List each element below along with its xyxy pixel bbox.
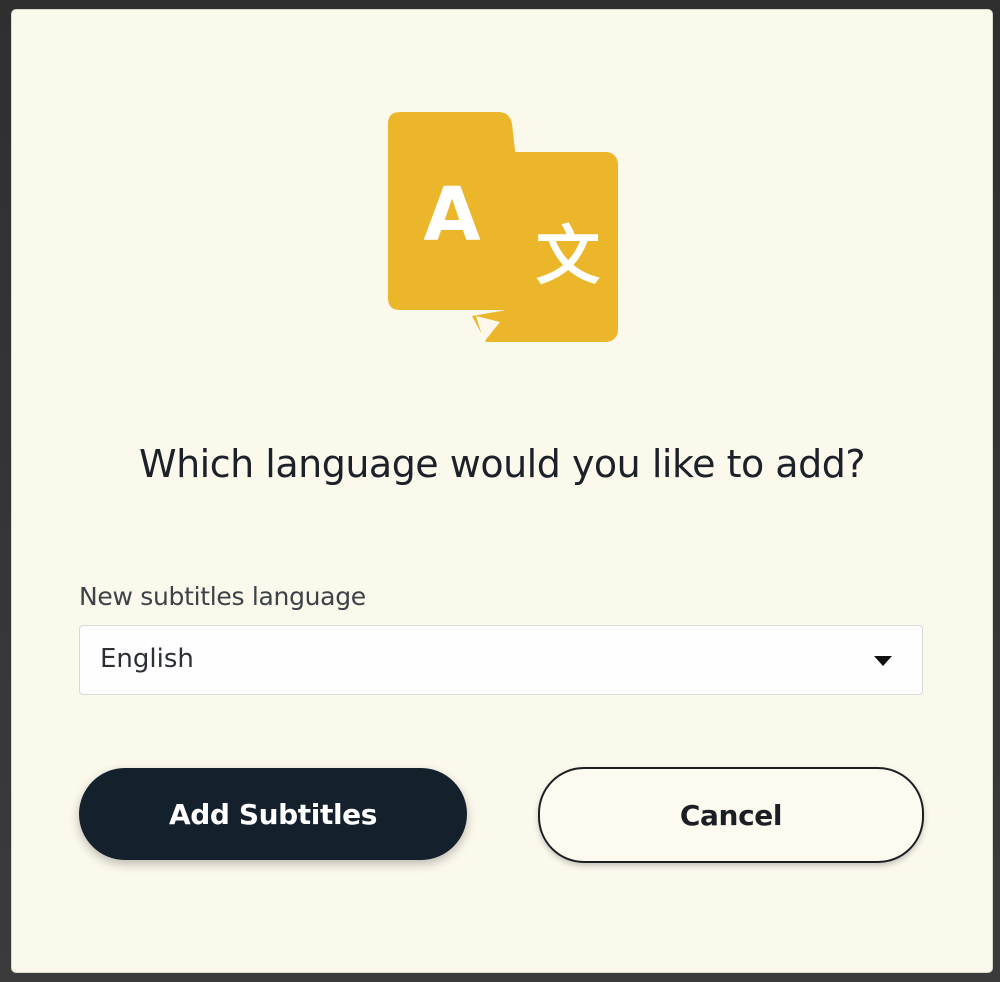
dialog-title: Which language would you like to add?: [139, 442, 866, 486]
add-subtitles-button[interactable]: Add Subtitles: [79, 768, 467, 860]
translate-icon: A 文: [386, 110, 622, 350]
language-select[interactable]: English: [79, 625, 923, 695]
translate-icon-glyph-a: A: [423, 172, 480, 258]
language-field-label: New subtitles language: [79, 582, 366, 611]
chevron-down-icon: [874, 656, 892, 666]
translate-icon-glyph-wen: 文: [536, 220, 600, 294]
cancel-button[interactable]: Cancel: [538, 767, 924, 863]
language-select-value: English: [100, 644, 194, 674]
add-subtitles-dialog: A 文 Which language would you like to add…: [12, 10, 992, 972]
